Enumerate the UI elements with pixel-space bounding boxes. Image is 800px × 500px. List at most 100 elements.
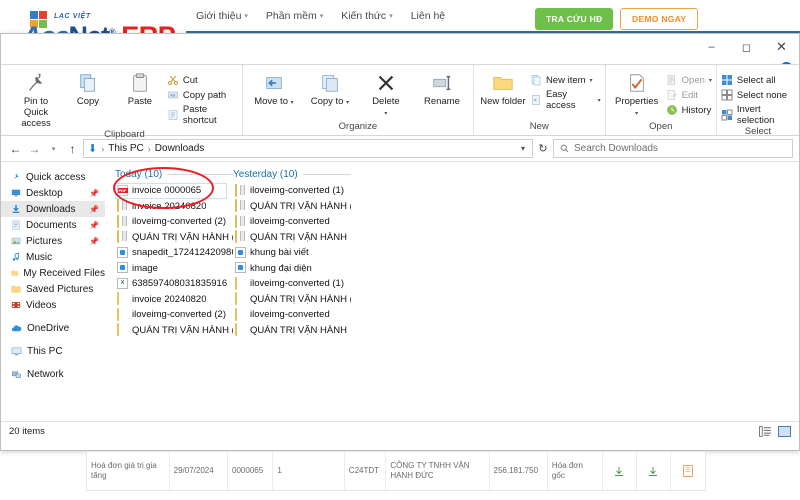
cell-company: CÔNG TY TNHH VẬN HẠNH ĐỨC — [386, 452, 490, 490]
search-icon — [560, 144, 569, 153]
details-view-icon[interactable] — [759, 426, 772, 437]
pin-icon[interactable]: 📌 — [89, 237, 99, 246]
group-header-today[interactable]: Today (10) — [115, 169, 233, 180]
edit-button[interactable]: Edit — [666, 89, 712, 101]
sidebar-item-network[interactable]: Network — [1, 366, 105, 382]
up-button[interactable]: ↑ — [64, 142, 81, 156]
open-button[interactable]: Open ▾ — [666, 74, 712, 86]
nav-item-gioi-thieu[interactable]: Giới thiệu ▾ — [196, 10, 248, 22]
file-item[interactable]: iloveimg-converted (2) — [115, 307, 233, 323]
group-header-label: Yesterday (10) — [233, 169, 298, 180]
pin-icon[interactable]: 📌 — [89, 205, 99, 214]
rename-button[interactable]: Rename — [415, 69, 469, 107]
file-item[interactable]: iloveimg-converted (1) — [233, 183, 351, 199]
minimize-button[interactable]: – — [694, 34, 729, 60]
file-item[interactable]: X 638597408031835916 — [115, 276, 233, 292]
select-none-label: Select none — [736, 89, 788, 101]
folder-icon — [235, 323, 246, 337]
view-document-button[interactable]: ☰ — [671, 452, 705, 490]
file-item[interactable]: khung bài viết — [233, 245, 351, 261]
copy-button[interactable]: Copy — [63, 69, 113, 107]
open-small-commands: Open ▾ Edit History — [666, 69, 712, 116]
pin-to-quick-access-button[interactable]: Pin to Quick access — [11, 69, 61, 129]
tra-cuu-hd-button[interactable]: TRA CỨU HĐ — [535, 8, 614, 30]
delete-button[interactable]: Delete ▾ — [359, 69, 413, 120]
sidebar-item-documents[interactable]: Documents 📌 — [1, 217, 105, 233]
sidebar-item-saved-pictures[interactable]: Saved Pictures — [1, 281, 105, 297]
properties-button[interactable]: Properties ▾ — [610, 69, 664, 120]
file-item[interactable]: QUẢN TRỊ VẬN HÀNH (1) — [233, 292, 351, 308]
file-item[interactable]: PDF invoice 0000065 — [115, 183, 227, 199]
easy-access-button[interactable]: Easy access ▾ — [530, 89, 601, 111]
desktop-icon — [11, 189, 21, 197]
back-button[interactable]: ← — [7, 142, 24, 156]
cut-button[interactable]: Cut — [167, 74, 238, 86]
select-none-button[interactable]: Select none — [721, 89, 795, 101]
history-button[interactable]: History — [666, 104, 712, 116]
file-item[interactable]: QUẢN TRỊ VẬN HÀNH — [233, 230, 351, 246]
nav-item-phan-mem[interactable]: Phần mềm ▾ — [266, 10, 323, 22]
status-bar: 20 items — [1, 421, 799, 441]
file-name: QUẢN TRỊ VẬN HÀNH — [250, 231, 347, 243]
file-name: invoice 20240820 — [132, 200, 207, 212]
new-item-button[interactable]: New item ▾ — [530, 74, 601, 86]
search-box[interactable]: Search Downloads — [553, 139, 793, 158]
close-button[interactable]: ✕ — [764, 34, 799, 60]
recent-locations-button[interactable]: ▾ — [45, 145, 62, 153]
chevron-down-icon[interactable]: ▾ — [521, 144, 528, 153]
pin-icon[interactable]: 📌 — [89, 189, 99, 198]
breadcrumb-this-pc[interactable]: This PC — [108, 143, 144, 154]
new-folder-button[interactable]: New folder — [478, 69, 528, 107]
forward-button[interactable]: → — [26, 142, 43, 156]
file-item[interactable]: QUẢN TRỊ VẬN HÀNH (2) — [115, 323, 233, 339]
file-item[interactable]: khung đại diện — [233, 261, 351, 277]
file-group-today: Today (10) PDF invoice 0000065 invoice 2… — [113, 167, 233, 339]
search-placeholder: Search Downloads — [574, 143, 658, 154]
copy-path-button[interactable]: AB Copy path — [167, 89, 238, 101]
maximize-button[interactable]: ◻ — [729, 34, 764, 60]
nav-item-lien-he[interactable]: Liên hệ — [411, 10, 445, 22]
demo-ngay-button[interactable]: DEMO NGAY — [620, 8, 699, 30]
file-item[interactable]: invoice 20240820 — [115, 199, 233, 215]
sidebar-item-music[interactable]: Music — [1, 249, 105, 265]
file-item[interactable]: QUẢN TRỊ VẬN HÀNH (2) — [115, 230, 233, 246]
sidebar-item-my-received-files[interactable]: My Received Files — [1, 265, 105, 281]
sidebar-item-pictures[interactable]: Pictures 📌 — [1, 233, 105, 249]
file-item[interactable]: iloveimg-converted — [233, 307, 351, 323]
download-xml-button[interactable] — [603, 452, 637, 490]
sidebar-item-this-pc[interactable]: This PC — [1, 343, 105, 359]
folder-icon — [117, 323, 128, 337]
file-item[interactable]: QUẢN TRỊ VẬN HÀNH — [233, 323, 351, 339]
sidebar-item-videos[interactable]: Videos — [1, 297, 105, 313]
thumbnail-view-icon[interactable] — [778, 426, 791, 437]
move-to-button[interactable]: Move to ▾ — [247, 69, 301, 109]
file-item[interactable]: QUẢN TRỊ VẬN HÀNH (1) — [233, 199, 351, 215]
pin-icon — [25, 72, 47, 94]
new-folder-icon — [492, 72, 514, 94]
paste-button[interactable]: Paste — [115, 69, 165, 107]
file-item[interactable]: image — [115, 261, 233, 277]
file-item[interactable]: iloveimg-converted — [233, 214, 351, 230]
group-header-yesterday[interactable]: Yesterday (10) — [233, 169, 351, 180]
paste-shortcut-button[interactable]: Paste shortcut — [167, 104, 238, 126]
refresh-button[interactable]: ↻ — [535, 142, 551, 155]
sidebar-item-quick-access[interactable]: Quick access — [1, 169, 105, 185]
sidebar-item-downloads[interactable]: Downloads 📌 — [1, 201, 105, 217]
invoice-table-row: Hoá đơn giá trị gia tăng 29/07/2024 0000… — [86, 451, 706, 491]
download-pdf-button[interactable] — [637, 452, 671, 490]
file-item[interactable]: snapedit_1724124209867 — [115, 245, 233, 261]
pin-icon[interactable]: 📌 — [89, 221, 99, 230]
image-file-icon — [235, 262, 246, 274]
file-item[interactable]: invoice 20240820 — [115, 292, 233, 308]
sidebar-item-desktop[interactable]: Desktop 📌 — [1, 185, 105, 201]
file-item[interactable]: iloveimg-converted (1) — [233, 276, 351, 292]
sidebar-item-onedrive[interactable]: OneDrive — [1, 320, 105, 336]
breadcrumb-downloads[interactable]: Downloads — [155, 143, 204, 154]
select-all-button[interactable]: Select all — [721, 74, 795, 86]
open-icon — [666, 74, 678, 86]
invert-selection-button[interactable]: Invert selection — [721, 104, 795, 126]
explorer-content: Quick access Desktop 📌 Downloads 📌 Docum… — [1, 162, 799, 421]
nav-item-kien-thuc[interactable]: Kiến thức ▾ — [341, 10, 392, 22]
copy-to-button[interactable]: Copy to ▾ — [303, 69, 357, 109]
file-item[interactable]: iloveimg-converted (2) — [115, 214, 233, 230]
